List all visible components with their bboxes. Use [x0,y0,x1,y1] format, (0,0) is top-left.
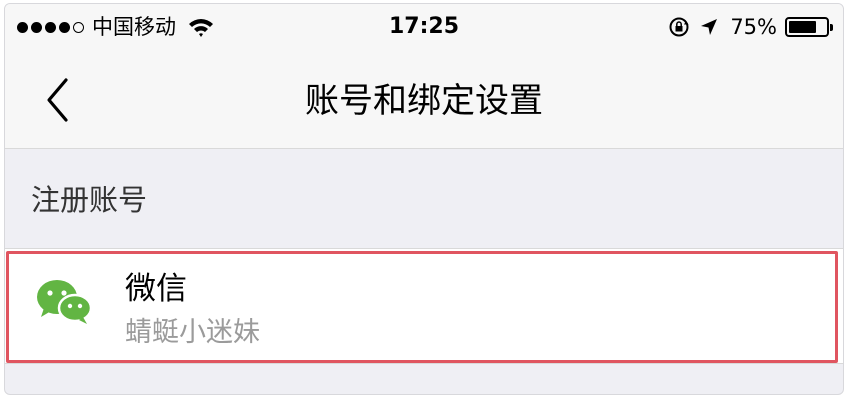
screen: 中国移动 17:25 75% 账号和绑定设置 注册账号 微信 蜻蜓小迷妹 [4,3,844,395]
wechat-account-row[interactable]: 微信 蜻蜓小迷妹 [5,248,843,364]
account-nickname: 蜻蜓小迷妹 [125,317,260,348]
location-arrow-icon [701,19,718,35]
battery-fill [789,21,816,33]
navigation-bar: 账号和绑定设置 [5,52,843,149]
status-bar: 中国移动 17:25 75% [5,4,843,52]
status-bar-right: 75% [668,13,833,41]
orientation-lock-icon [669,17,689,37]
battery-cap [830,24,833,31]
section-header: 注册账号 [31,183,148,217]
account-title: 微信 [125,271,187,307]
page-title: 账号和绑定设置 [305,81,543,121]
battery-icon [785,17,833,37]
battery-percent: 75% [730,15,777,39]
wechat-icon [37,280,93,324]
